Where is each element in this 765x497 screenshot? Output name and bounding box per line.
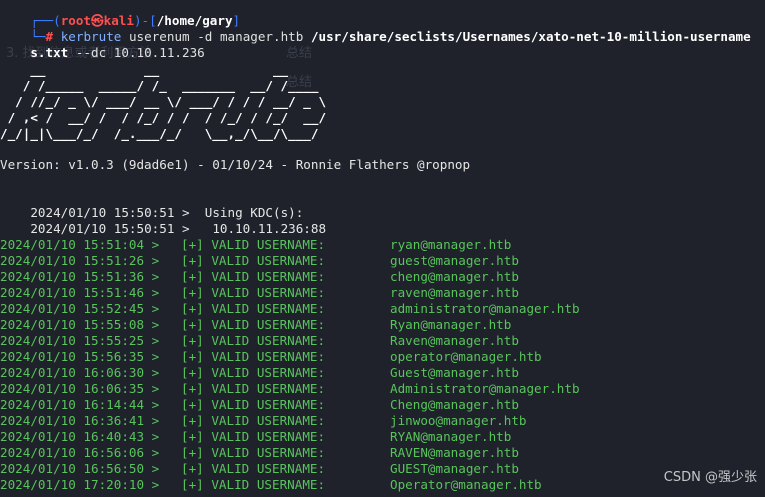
found-username: Raven@manager.htb bbox=[390, 333, 519, 348]
found-username: GUEST@manager.htb bbox=[390, 461, 519, 476]
valid-username-row: 2024/01/10 16:14:44 > [+] VALID USERNAME:… bbox=[0, 397, 765, 413]
found-username: raven@manager.htb bbox=[390, 285, 519, 300]
prompt-line: ┌──(root㉿kali)-[/home/gary] bbox=[0, 0, 240, 28]
valid-username-tag: [+] VALID USERNAME: bbox=[181, 269, 326, 284]
valid-username-tag: [+] VALID USERNAME: bbox=[181, 477, 326, 492]
found-username: administrator@manager.htb bbox=[390, 301, 580, 316]
command-wordlist-path-end: s.txt bbox=[30, 45, 69, 60]
found-username: RYAN@manager.htb bbox=[390, 429, 512, 444]
timestamp: 2024/01/10 16:06:35 > bbox=[0, 381, 160, 396]
timestamp: 2024/01/10 16:56:06 > bbox=[0, 445, 160, 460]
kerbrute-ascii-banner: __ __ __ / /_____ _____/ /_ _______ __/ … bbox=[0, 62, 327, 141]
timestamp: 2024/01/10 16:56:50 > bbox=[0, 461, 160, 476]
version-line: Version: v1.0.3 (9dad6e1) - 01/10/24 - R… bbox=[0, 157, 471, 172]
valid-username-tag: [+] VALID USERNAME: bbox=[181, 317, 326, 332]
valid-username-tag: [+] VALID USERNAME: bbox=[181, 237, 326, 252]
found-username: operator@manager.htb bbox=[390, 349, 542, 364]
found-username: Administrator@manager.htb bbox=[390, 381, 580, 396]
valid-username-tag: [+] VALID USERNAME: bbox=[181, 381, 326, 396]
valid-username-row: 2024/01/10 16:36:41 > [+] VALID USERNAME:… bbox=[0, 413, 765, 429]
valid-username-row: 2024/01/10 15:56:35 > [+] VALID USERNAME:… bbox=[0, 349, 765, 365]
valid-username-tag: [+] VALID USERNAME: bbox=[181, 413, 326, 428]
found-username: Cheng@manager.htb bbox=[390, 397, 519, 412]
timestamp: 2024/01/10 17:20:10 > bbox=[0, 477, 160, 492]
found-username: ryan@manager.htb bbox=[390, 237, 512, 252]
kdc-address: 10.10.11.236:88 bbox=[189, 221, 327, 236]
found-username: guest@manager.htb bbox=[390, 253, 519, 268]
valid-username-tag: [+] VALID USERNAME: bbox=[181, 253, 326, 268]
found-username: RAVEN@manager.htb bbox=[390, 445, 519, 460]
csdn-watermark: CSDN @强少张 bbox=[663, 470, 757, 485]
kdc-line-1: 2024/01/10 15:50:51 > Using KDC(s): bbox=[0, 189, 303, 220]
timestamp: 2024/01/10 15:51:46 > bbox=[0, 285, 160, 300]
found-username: cheng@manager.htb bbox=[390, 269, 519, 284]
timestamp: 2024/01/10 15:52:45 > bbox=[0, 301, 160, 316]
valid-username-row: 2024/01/10 17:20:10 > [+] VALID USERNAME:… bbox=[0, 477, 765, 493]
timestamp: 2024/01/10 15:51:04 > bbox=[0, 237, 160, 252]
valid-username-tag: [+] VALID USERNAME: bbox=[181, 461, 326, 476]
valid-username-row: 2024/01/10 16:06:35 > [+] VALID USERNAME:… bbox=[0, 381, 765, 397]
valid-username-row: 2024/01/10 16:56:06 > [+] VALID USERNAME:… bbox=[0, 445, 765, 461]
valid-username-row: 2024/01/10 16:06:30 > [+] VALID USERNAME:… bbox=[0, 365, 765, 381]
valid-username-row: 2024/01/10 15:52:45 > [+] VALID USERNAME:… bbox=[0, 301, 765, 317]
timestamp: 2024/01/10 15:51:26 > bbox=[0, 253, 160, 268]
valid-username-tag: [+] VALID USERNAME: bbox=[181, 365, 326, 380]
timestamp: 2024/01/10 16:14:44 > bbox=[0, 397, 160, 412]
timestamp: 2024/01/10 15:56:35 > bbox=[0, 349, 160, 364]
valid-username-row: 2024/01/10 15:51:26 > [+] VALID USERNAME:… bbox=[0, 253, 765, 269]
found-username: Operator@manager.htb bbox=[390, 477, 542, 492]
valid-username-tag: [+] VALID USERNAME: bbox=[181, 429, 326, 444]
command-wordlist-path: /usr/share/seclists/Usernames/xato-net-1… bbox=[310, 29, 751, 44]
timestamp: 2024/01/10 16:40:43 > bbox=[0, 429, 160, 444]
valid-username-tag: [+] VALID USERNAME: bbox=[181, 285, 326, 300]
found-username: Guest@manager.htb bbox=[390, 365, 519, 380]
timestamp: 2024/01/10 16:36:41 > bbox=[0, 413, 160, 428]
valid-username-row: 2024/01/10 16:56:50 > [+] VALID USERNAME:… bbox=[0, 461, 765, 477]
timestamp: 2024/01/10 16:06:30 > bbox=[0, 365, 160, 380]
kdc-line-2: 2024/01/10 15:50:51 > 10.10.11.236:88 bbox=[0, 205, 326, 236]
valid-username-tag: [+] VALID USERNAME: bbox=[181, 333, 326, 348]
command-dc-flag: --dc bbox=[68, 45, 114, 60]
valid-username-tag: [+] VALID USERNAME: bbox=[181, 349, 326, 364]
valid-username-tag: [+] VALID USERNAME: bbox=[181, 445, 326, 460]
valid-username-row: 2024/01/10 15:51:36 > [+] VALID USERNAME:… bbox=[0, 269, 765, 285]
valid-username-row: 2024/01/10 15:55:25 > [+] VALID USERNAME:… bbox=[0, 333, 765, 349]
valid-username-row: 2024/01/10 15:55:08 > [+] VALID USERNAME:… bbox=[0, 317, 765, 333]
timestamp: 2024/01/10 15:51:36 > bbox=[0, 269, 160, 284]
valid-username-row: 2024/01/10 15:51:46 > [+] VALID USERNAME:… bbox=[0, 285, 765, 301]
found-username: Ryan@manager.htb bbox=[390, 317, 512, 332]
terminal-window[interactable]: 总结 3. 找到信息或者利用方法 总结 ┌──(root㉿kali)-[/hom… bbox=[0, 0, 765, 497]
command-line[interactable]: └─# kerbrute userenum -d manager.htb /us… bbox=[0, 13, 750, 44]
command-dc-value: 10.10.11.236 bbox=[113, 45, 205, 60]
command-line-wrap: s.txt --dc 10.10.11.236 bbox=[0, 29, 204, 60]
valid-username-tag: [+] VALID USERNAME: bbox=[181, 301, 326, 316]
timestamp: 2024/01/10 15:55:08 > bbox=[0, 317, 160, 332]
found-username: jinwoo@manager.htb bbox=[390, 413, 527, 428]
timestamp: 2024/01/10 15:50:51 > bbox=[30, 221, 190, 236]
timestamp: 2024/01/10 15:55:25 > bbox=[0, 333, 160, 348]
valid-username-row: 2024/01/10 15:51:04 > [+] VALID USERNAME:… bbox=[0, 237, 765, 253]
valid-username-row: 2024/01/10 16:40:43 > [+] VALID USERNAME:… bbox=[0, 429, 765, 445]
valid-username-tag: [+] VALID USERNAME: bbox=[181, 397, 326, 412]
